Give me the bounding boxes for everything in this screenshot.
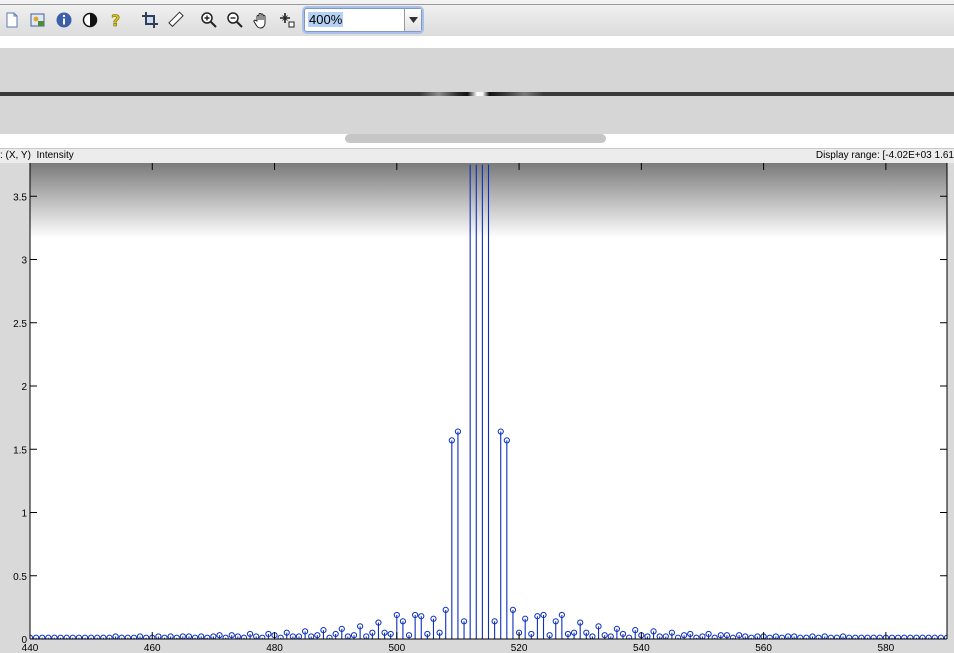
- image-display-area: [0, 36, 954, 148]
- y-tick-label: 0: [21, 635, 27, 646]
- zoom-out-icon[interactable]: [225, 10, 245, 30]
- x-tick-label: 540: [633, 643, 650, 653]
- info-icon[interactable]: [54, 10, 74, 30]
- toolbar-top-divider: [0, 4, 954, 5]
- contrast-icon[interactable]: [80, 10, 100, 30]
- pan-hand-icon[interactable]: [251, 10, 271, 30]
- y-tick-label: 2: [21, 382, 27, 393]
- y-tick-label: 0.5: [13, 572, 27, 583]
- svg-text:?: ?: [111, 11, 120, 29]
- x-tick-label: 500: [388, 643, 405, 653]
- status-bar: : (X, Y) Intensity Display range: [-4.02…: [0, 148, 954, 164]
- zoom-in-icon[interactable]: [199, 10, 219, 30]
- pixel-info-label: : (X, Y) Intensity: [0, 150, 74, 161]
- y-tick-label: 2.5: [13, 319, 27, 330]
- display-range-label: Display range: [-4.02E+03 1.61: [815, 150, 954, 161]
- toolbar: ? 400%: [0, 0, 954, 37]
- y-tick-label: 3.5: [13, 192, 27, 203]
- horizontal-scrollbar-thumb[interactable]: [345, 134, 606, 143]
- zoom-level-value[interactable]: 400%: [308, 12, 344, 27]
- x-tick-label: 580: [878, 643, 895, 653]
- y-tick-label: 3: [21, 256, 27, 267]
- zoom-level-combobox[interactable]: 400%: [304, 8, 422, 32]
- plot-panel: 440 460 480 500 520 540 560 580 0 0.5 1 1.5 2 2.5 3 3.…: [0, 163, 954, 653]
- intensity-stem-plot[interactable]: 440 460 480 500 520 540 560 580 00.511.522.533.…: [0, 163, 954, 653]
- image-row-pixels: [0, 92, 954, 96]
- crop-icon[interactable]: [140, 10, 160, 30]
- pixel-region-icon[interactable]: [277, 10, 297, 30]
- new-document-icon[interactable]: [2, 10, 22, 30]
- y-tick-label: 1.5: [13, 445, 27, 456]
- help-icon[interactable]: ?: [106, 10, 126, 30]
- x-tick-label: 520: [511, 643, 528, 653]
- x-tick-label: 560: [755, 643, 772, 653]
- open-image-icon[interactable]: [28, 10, 48, 30]
- y-tick-label: 1: [21, 509, 27, 520]
- image-canvas[interactable]: [0, 48, 954, 134]
- x-tick-label: 480: [266, 643, 283, 653]
- chevron-down-icon[interactable]: [404, 9, 421, 31]
- x-tick-label: 460: [144, 643, 161, 653]
- measure-distance-icon[interactable]: [166, 10, 186, 30]
